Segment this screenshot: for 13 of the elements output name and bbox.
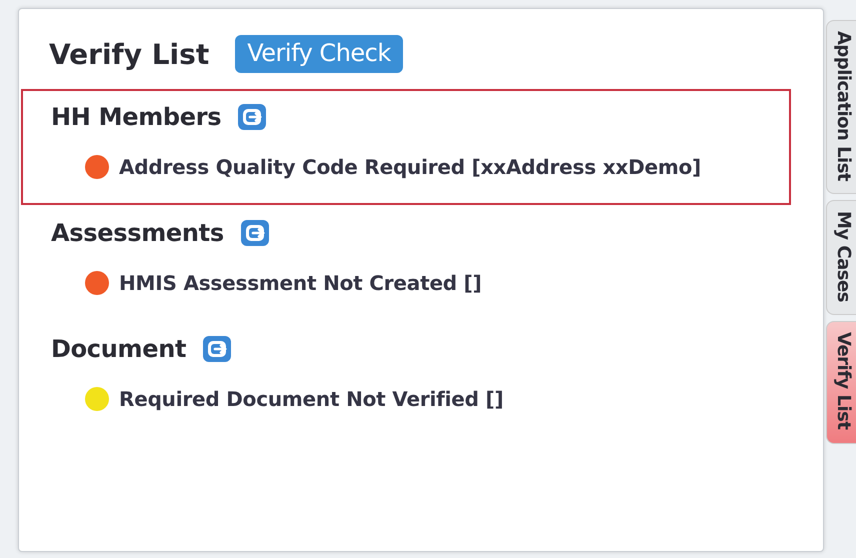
section-heading: Document: [51, 335, 186, 363]
open-link-icon[interactable]: [240, 219, 270, 247]
section-heading: Assessments: [51, 219, 224, 247]
verify-item: HMIS Assessment Not Created []: [119, 271, 482, 295]
panel-title: Verify List: [49, 38, 210, 70]
side-tab[interactable]: My Cases: [826, 200, 856, 315]
side-tab[interactable]: Application List: [826, 20, 856, 194]
verify-item: Address Quality Code Required [xxAddress xxDemo]: [119, 155, 702, 179]
section-heading: HH Members: [51, 103, 222, 131]
verify-item: Required Document Not Verified []: [119, 387, 504, 411]
open-link-icon[interactable]: [202, 335, 232, 363]
side-tab[interactable]: Verify List: [826, 320, 856, 444]
open-link-icon[interactable]: [237, 103, 268, 131]
